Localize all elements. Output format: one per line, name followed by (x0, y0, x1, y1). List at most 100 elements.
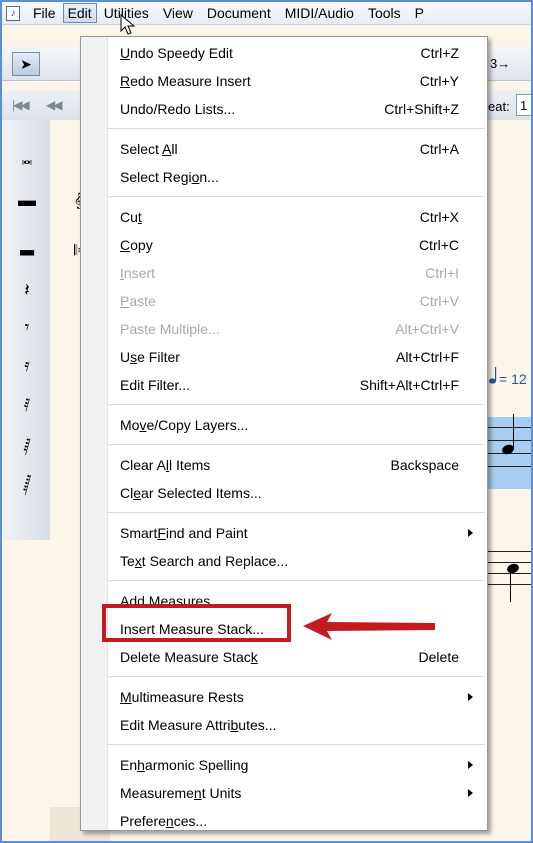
menu-midi-audio[interactable]: MIDI/Audio (278, 3, 361, 23)
menu-item[interactable]: Multimeasure Rests (108, 684, 485, 710)
half-rest-icon[interactable]: ▂ (17, 235, 37, 256)
menu-item-label: Enharmonic Spelling (120, 757, 249, 773)
rewind-to-start-icon[interactable]: |◀◀ (12, 98, 30, 112)
menu-item-shortcut: Ctrl+Shift+Z (384, 101, 459, 117)
menu-item[interactable]: Move/Copy Layers... (108, 412, 485, 438)
sixty-fourth-rest-icon[interactable]: 𝅁 (17, 435, 37, 456)
selection-tool-icon[interactable]: ➤ (12, 52, 40, 76)
menu-item[interactable]: SmartFind and Paint (108, 520, 485, 546)
tempo-marking[interactable]: = 12 (499, 371, 527, 387)
menu-item[interactable]: Undo/Redo Lists... Ctrl+Shift+Z (108, 96, 485, 122)
menu-item[interactable]: Select Region... (108, 164, 485, 190)
staff-line (486, 466, 531, 467)
menu-item[interactable]: Copy Ctrl+C (108, 232, 485, 258)
menu-item-label: Paste (120, 293, 156, 309)
menu-item[interactable]: Delete Measure Stack Delete (108, 644, 485, 670)
menu-item-label: Text Search and Replace... (120, 553, 289, 569)
one-twenty-eighth-rest-icon[interactable]: 𝅂 (17, 475, 37, 496)
submenu-arrow-icon (468, 761, 473, 769)
menu-plugins[interactable]: P (408, 3, 431, 23)
eighth-rest-icon[interactable]: 𝄾 (17, 317, 37, 338)
staff-line (486, 440, 531, 441)
menu-item-shortcut: Ctrl+X (419, 209, 459, 225)
note-stem (513, 414, 514, 449)
menu-item[interactable]: Preferences... (108, 808, 485, 834)
menu-item-label: Edit Measure Attributes... (120, 717, 277, 733)
beat-label: eat: (488, 99, 510, 114)
rewind-icon[interactable]: ◀◀ (46, 98, 63, 112)
menu-item-label: Preferences... (120, 813, 208, 829)
submenu-arrow-icon (468, 789, 473, 797)
menu-item-label: Use Filter (120, 349, 180, 365)
menu-item[interactable]: Edit Measure Attributes... (108, 712, 485, 738)
menu-item-label: Move/Copy Layers... (120, 417, 249, 433)
menu-item-shortcut: Ctrl+V (419, 293, 459, 309)
menu-bar: ♪ File Edit Utilities View Document MIDI… (2, 2, 531, 25)
menu-item-shortcut: Ctrl+Y (419, 73, 459, 89)
menu-item[interactable]: Clear Selected Items... (108, 480, 485, 506)
menu-item-label: Cut (120, 209, 142, 225)
menu-separator (108, 744, 485, 745)
menu-item: Insert Ctrl+I (108, 260, 485, 286)
menu-item-label: SmartFind and Paint (120, 525, 248, 541)
menu-separator (108, 196, 485, 197)
menu-document[interactable]: Document (200, 3, 278, 23)
sixteenth-rest-icon[interactable]: 𝄿 (17, 355, 37, 376)
menu-item-shortcut: Delete (418, 649, 459, 665)
menu-item-label: Select Region... (120, 169, 219, 185)
quarter-note-icon (489, 367, 497, 384)
staff-line (486, 427, 531, 428)
menu-item[interactable]: Clear All Items Backspace (108, 452, 485, 478)
menu-file[interactable]: File (26, 3, 63, 23)
menu-item[interactable]: Edit Filter... Shift+Alt+Ctrl+F (108, 372, 485, 398)
thirty-second-rest-icon[interactable]: 𝅀 (17, 395, 37, 416)
mouse-cursor-icon (120, 14, 136, 35)
menu-item-label: Undo/Redo Lists... (120, 101, 236, 117)
menu-tools[interactable]: Tools (361, 3, 408, 23)
menu-item[interactable]: Redo Measure Insert Ctrl+Y (108, 68, 485, 94)
menu-item-shortcut: Alt+Ctrl+V (395, 321, 459, 337)
menu-item: Paste Ctrl+V (108, 288, 485, 314)
menu-view[interactable]: View (156, 3, 200, 23)
menu-separator (108, 512, 485, 513)
submenu-arrow-icon (468, 529, 473, 537)
menu-item[interactable]: Cut Ctrl+X (108, 204, 485, 230)
beat-input[interactable]: 1 (516, 94, 531, 116)
note-stem (510, 568, 511, 602)
menu-item[interactable]: Text Search and Replace... (108, 548, 485, 574)
submenu-arrow-icon (468, 693, 473, 701)
menu-item-label: Redo Measure Insert (120, 73, 251, 89)
whole-rest-icon[interactable]: ▬ (17, 190, 37, 211)
menu-edit[interactable]: Edit (62, 3, 97, 23)
menu-item[interactable]: Select All Ctrl+A (108, 136, 485, 162)
edit-menu-dropdown: Undo Speedy Edit Ctrl+Z Redo Measure Inser… (80, 36, 488, 831)
staff-line (486, 562, 531, 563)
menu-item-label: Copy (120, 237, 153, 253)
menu-separator (108, 676, 485, 677)
breve-icon[interactable]: 𝅜 (17, 148, 37, 169)
staff-line (486, 551, 531, 552)
quarter-rest-icon[interactable]: 𝄽 (17, 280, 37, 301)
menu-item-label: Delete Measure Stack (120, 649, 258, 665)
menu-item-label: Select All (120, 141, 178, 157)
menu-item-shortcut: Alt+Ctrl+F (395, 349, 459, 365)
menu-item: Paste Multiple... Alt+Ctrl+V (108, 316, 485, 342)
menu-separator (108, 580, 485, 581)
menu-item-label: Clear Selected Items... (120, 485, 262, 501)
menu-item-label: Multimeasure Rests (120, 689, 244, 705)
menu-item-shortcut: Ctrl+C (418, 237, 459, 253)
menu-item[interactable]: Enharmonic Spelling (108, 752, 485, 778)
menu-icon-gutter (81, 37, 108, 830)
menu-item[interactable]: Measurement Units (108, 780, 485, 806)
menu-separator (108, 404, 485, 405)
menu-item[interactable]: Use Filter Alt+Ctrl+F (108, 344, 485, 370)
app-icon[interactable]: ♪ (6, 5, 20, 21)
menu-item-label: Edit Filter... (120, 377, 191, 393)
menu-item-shortcut: Ctrl+A (419, 141, 459, 157)
tuplet-tool[interactable]: 3→ (490, 56, 510, 71)
menu-separator (108, 444, 485, 445)
menu-item-shortcut: Ctrl+I (425, 265, 459, 281)
menu-item[interactable]: Undo Speedy Edit Ctrl+Z (108, 40, 485, 66)
menu-item-shortcut: Backspace (390, 457, 459, 473)
menu-item-label: Clear All Items (120, 457, 211, 473)
